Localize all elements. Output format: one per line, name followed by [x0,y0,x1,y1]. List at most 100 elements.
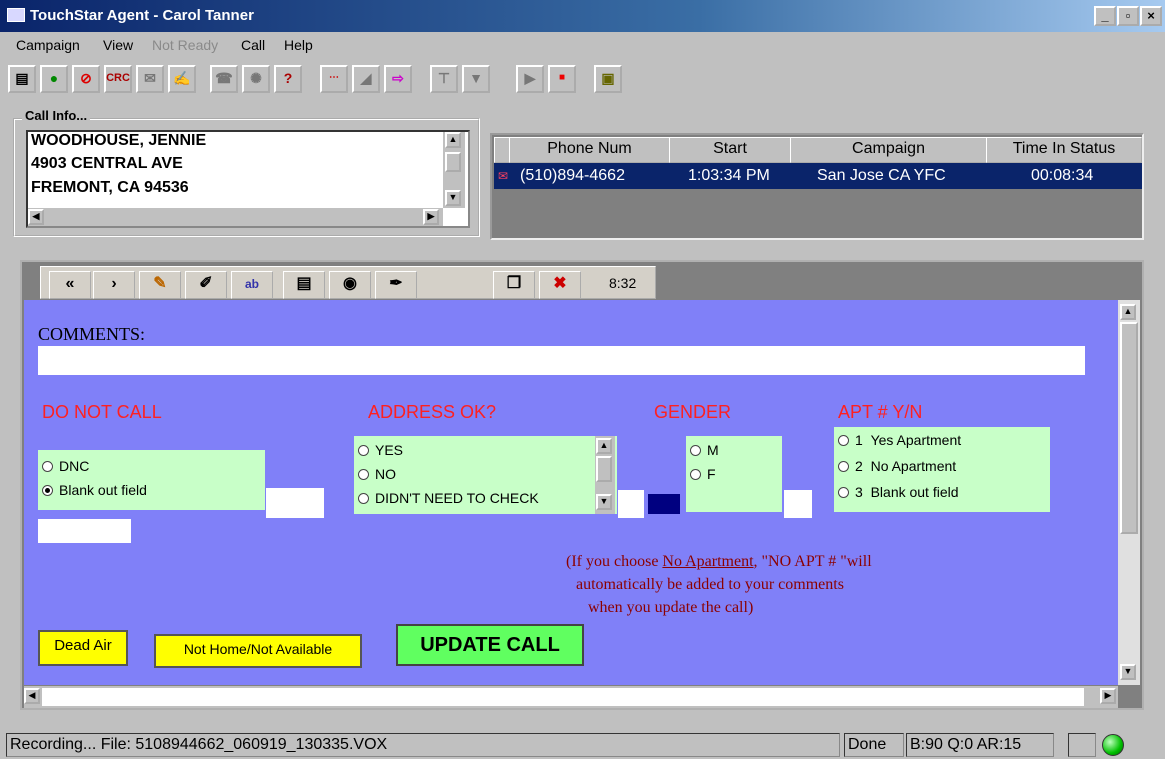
not-home-button[interactable]: Not Home/Not Available [154,634,362,668]
cancel-icon[interactable]: ✖ [539,271,581,299]
radio-icon[interactable] [358,469,369,480]
radio-icon[interactable] [690,445,701,456]
form-hscroll[interactable]: ◀ ▶ [24,686,1118,708]
apt-yes-option[interactable]: 1 Yes Apartment [838,432,961,448]
scroll-up-icon[interactable]: ▲ [445,132,461,148]
gender-label: GENDER [654,402,732,422]
dnc-group: DNC Blank out field [38,450,265,510]
scroll-up-icon[interactable]: ▲ [596,438,612,454]
gender-m-option[interactable]: M [690,442,719,458]
script-form: COMMENTS: DO NOT CALL DNC Blank out fiel… [24,300,1118,685]
address-line-2: 4903 CENTRAL AVE [31,155,183,172]
form-icon[interactable]: ✐ [185,271,227,299]
address-field[interactable] [618,490,644,518]
scroll-right-icon[interactable]: ▶ [423,209,439,225]
phonebook-icon[interactable]: ▣ [594,65,622,93]
note-line-1: (If you choose No Apartment, "NO APT # "… [566,553,872,570]
dnc-field[interactable] [266,488,324,518]
header-time[interactable]: Time In Status [986,137,1142,163]
update-call-button[interactable]: UPDATE CALL [396,624,584,666]
radio-icon[interactable] [838,461,849,472]
mail-icon: ✉ [136,65,164,93]
gender-field[interactable] [784,490,812,518]
radio-icon[interactable] [42,461,53,472]
header-start[interactable]: Start [669,137,791,163]
radio-icon[interactable] [838,487,849,498]
blank-out-option[interactable]: Blank out field [42,482,147,498]
scroll-down-icon[interactable]: ▼ [596,494,612,510]
menu-view[interactable]: View [103,37,133,53]
table-row[interactable]: ✉ (510)894-4662 1:03:34 PM San Jose CA Y… [494,163,1142,189]
stop-icon[interactable]: ■ [548,65,576,93]
notes-icon[interactable]: ▤ [8,65,36,93]
header-phone[interactable]: Phone Num [509,137,670,163]
record-icon[interactable]: ⋯ [320,65,348,93]
gender-group: M F [686,436,782,512]
gender-f-option[interactable]: F [690,466,716,482]
menu-campaign[interactable]: Campaign [16,37,80,53]
scroll-left-icon[interactable]: ◀ [28,209,44,225]
help-icon[interactable]: ? [274,65,302,93]
radio-icon[interactable] [690,469,701,480]
next-button[interactable]: › [93,271,135,299]
address-no-option[interactable]: NO [358,466,396,482]
app-icon [7,8,25,22]
maximize-button[interactable]: ▫ [1117,6,1139,26]
address-yes-option[interactable]: YES [358,442,403,458]
address-unchecked-option[interactable]: DIDN'T NEED TO CHECK [358,490,539,506]
radio-icon[interactable] [838,435,849,446]
phone-icon: ✉ [498,169,509,183]
scroll-thumb[interactable] [596,456,612,482]
radio-selected-icon[interactable] [42,485,53,496]
scroll-left-icon[interactable]: ◀ [24,688,40,704]
scroll-down-icon[interactable]: ▼ [445,190,461,206]
apt-blank-option[interactable]: 3 Blank out field [838,484,959,500]
apt-no-option[interactable]: 2 No Apartment [838,458,956,474]
document-icon[interactable]: ▤ [283,271,325,299]
forward-icon[interactable]: ⇨ [384,65,412,93]
ready-icon[interactable]: ● [40,65,68,93]
back-button[interactable]: « [49,271,91,299]
scroll-track[interactable] [42,688,1084,706]
radio-icon[interactable] [358,445,369,456]
form-vscroll[interactable]: ▲ ▼ [1118,300,1140,685]
apartment-note: (If you choose No Apartment, "NO APT # "… [566,550,1046,619]
address-scrollbar[interactable]: ▲ ▼ [595,436,615,514]
dead-air-button[interactable]: Dead Air [38,630,128,666]
cell-campaign: San Jose CA YFC [817,167,946,184]
address-vscroll[interactable]: ▲ ▼ [443,132,465,208]
address-line-1: WOODHOUSE, JENNIE [31,132,207,149]
dnc-option[interactable]: DNC [42,458,89,474]
call-info-label: Call Info... [22,108,91,123]
dnc-label: DO NOT CALL [42,402,162,422]
apt-group: 1 Yes Apartment 2 No Apartment 3 Blank o… [834,427,1050,512]
close-button[interactable]: × [1140,6,1162,26]
address-box[interactable]: WOODHOUSE, JENNIE 4903 CENTRAL AVE FREMO… [26,130,470,228]
not-ready-icon[interactable]: ⊘ [72,65,100,93]
dnc-extra-field[interactable] [38,519,131,543]
spellcheck-icon[interactable]: ab [231,271,273,299]
transfer-icon[interactable]: ✎ [139,271,181,299]
menu-help[interactable]: Help [284,37,313,53]
copy-icon[interactable]: ❐ [493,271,535,299]
address-hscroll[interactable]: ◀ ▶ [28,208,443,226]
scroll-right-icon[interactable]: ▶ [1100,688,1116,704]
title-bar: TouchStar Agent - Carol Tanner _ ▫ × [0,0,1165,32]
status-bar: Recording... File: 5108944662_060919_130… [0,729,1165,759]
pen-icon[interactable]: ✒ [375,271,417,299]
header-campaign[interactable]: Campaign [790,137,987,163]
crc-icon[interactable]: CRC [104,65,132,93]
scroll-down-icon[interactable]: ▼ [1120,664,1136,680]
address-ok-label: ADDRESS OK? [368,402,497,422]
radio-icon[interactable] [358,493,369,504]
minimize-button[interactable]: _ [1094,6,1116,26]
scroll-up-icon[interactable]: ▲ [1120,304,1136,320]
preview-icon[interactable]: ◉ [329,271,371,299]
note-line-2: automatically be added to your comments [576,576,844,593]
comments-input[interactable] [38,346,1085,375]
scroll-thumb[interactable] [1120,322,1138,534]
menu-call[interactable]: Call [241,37,265,53]
scroll-thumb[interactable] [445,152,461,172]
address-options: YES NO DIDN'T NEED TO CHECK ▲ ▼ [354,436,617,514]
stats-status: B:90 Q:0 AR:15 [906,733,1054,757]
